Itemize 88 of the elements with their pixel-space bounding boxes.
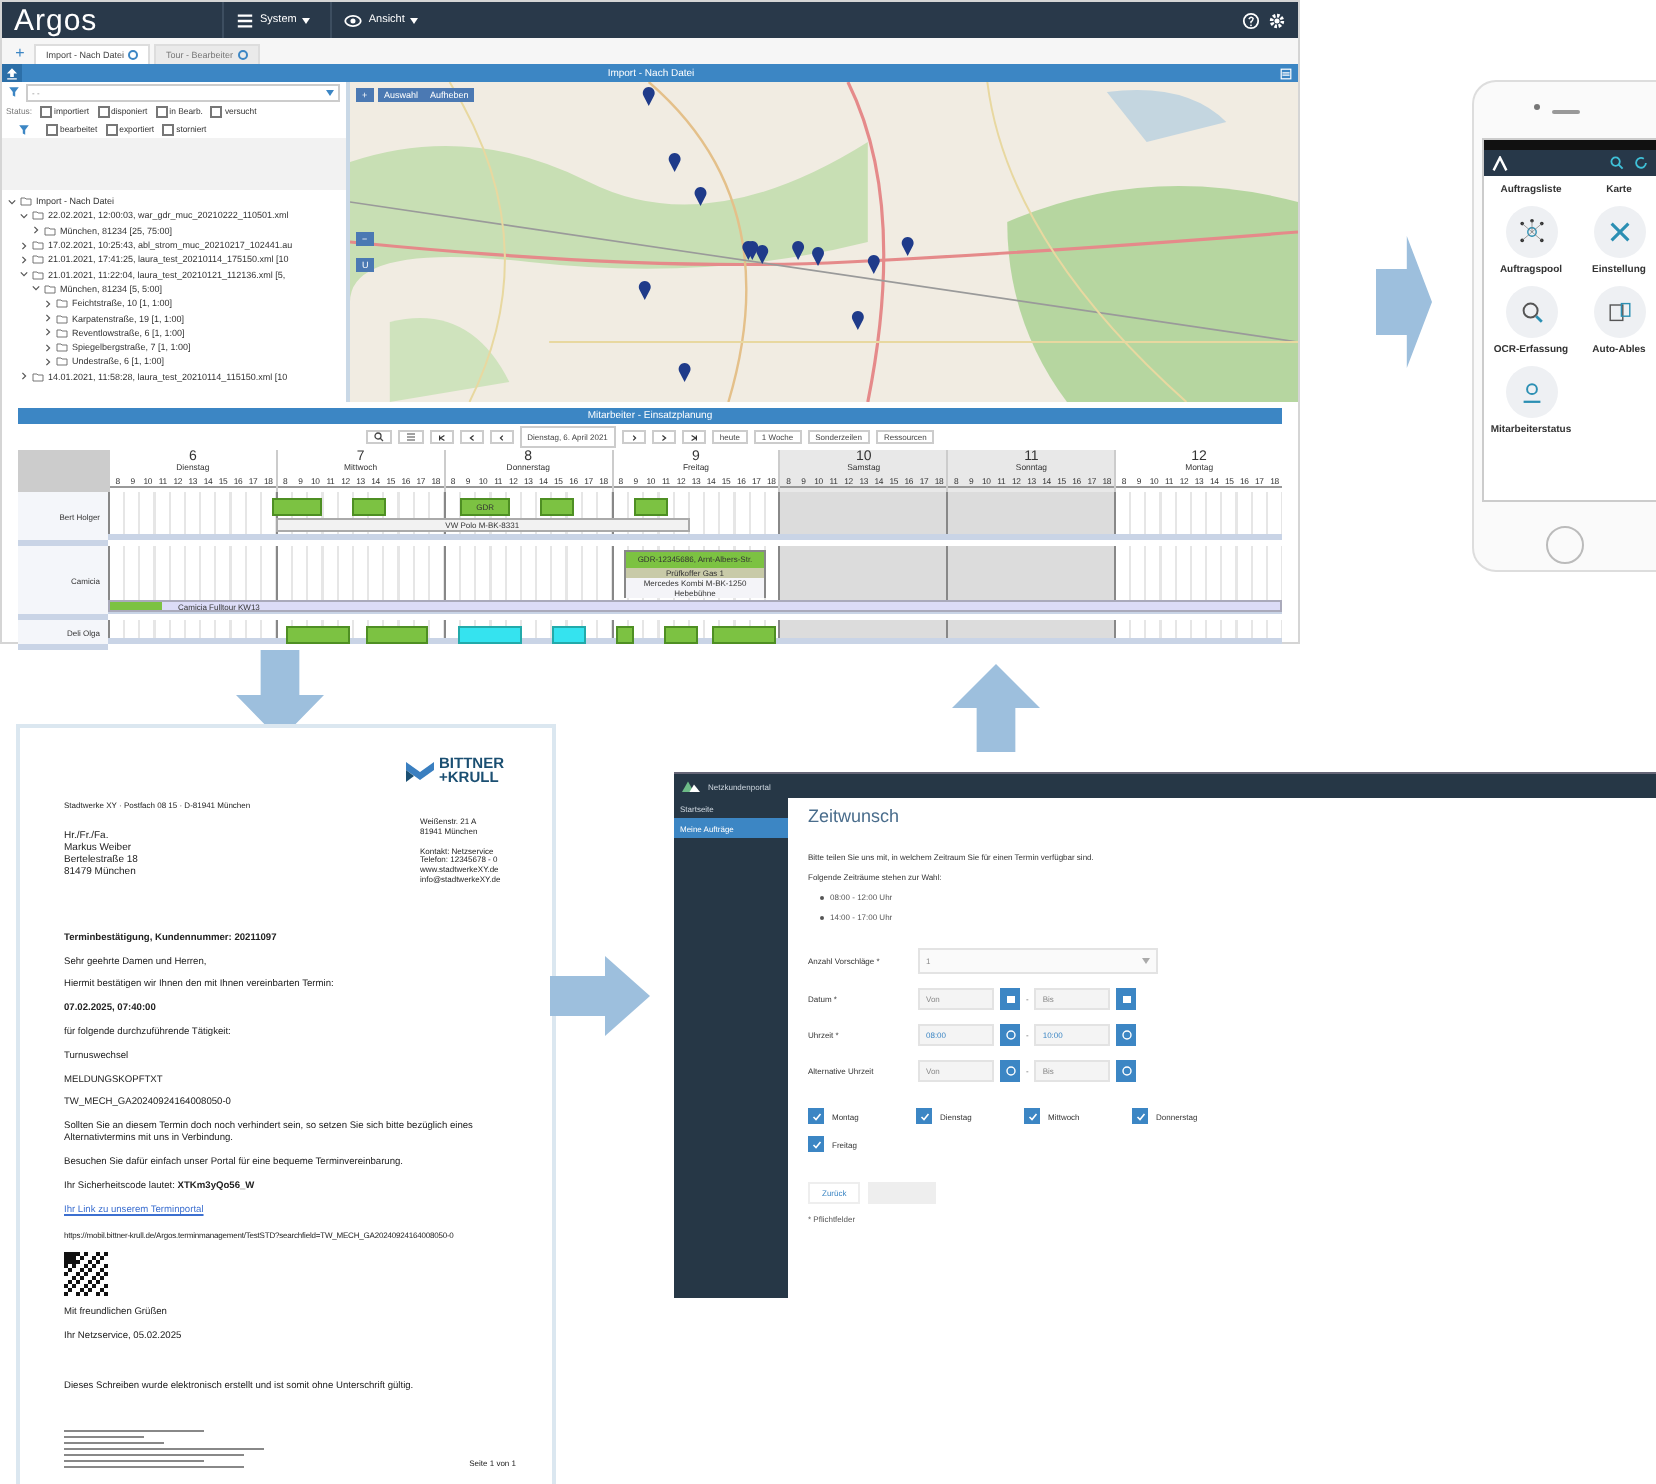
nav-button[interactable] (489, 430, 514, 444)
job-bar[interactable] (633, 498, 668, 516)
flow-arrow (550, 956, 650, 1036)
picker-button[interactable] (1000, 1060, 1020, 1082)
settings-icon[interactable] (1268, 11, 1286, 29)
chevron-icon[interactable] (44, 299, 52, 308)
company-logo-icon (405, 758, 433, 782)
tools-icon (1609, 222, 1629, 242)
app-logo: Argos (14, 3, 100, 37)
checkbox[interactable] (105, 123, 118, 135)
calendar-icon (1005, 994, 1015, 1004)
picker-button[interactable] (1116, 988, 1137, 1010)
app-logo-icon (1492, 155, 1508, 171)
clock-icon (1005, 1066, 1015, 1076)
checkbox[interactable] (97, 105, 109, 117)
checkbox[interactable] (155, 105, 168, 117)
checkbox[interactable] (916, 1108, 932, 1124)
picker-button[interactable] (1000, 988, 1020, 1010)
chevron-icon[interactable] (44, 328, 52, 337)
chevron-icon[interactable] (20, 372, 28, 381)
job-bar[interactable] (365, 626, 429, 644)
magnifier-icon (1521, 302, 1542, 323)
flow-arrow (952, 664, 1040, 752)
arrow-left-icon (467, 433, 476, 441)
worker-icon (1522, 383, 1540, 403)
checkbox[interactable] (1024, 1108, 1040, 1124)
map-drawing[interactable] (350, 82, 1298, 402)
flow-arrow (1376, 236, 1432, 368)
chevron-icon[interactable] (32, 226, 40, 235)
checkbox[interactable] (808, 1136, 824, 1152)
tile-icon-background[interactable] (1505, 366, 1557, 418)
caret-icon (1142, 958, 1150, 964)
chevron-icon[interactable] (44, 314, 52, 323)
checkbox[interactable] (1132, 1108, 1148, 1124)
menu-icon (236, 11, 254, 29)
arrow-right-icon (629, 433, 638, 441)
search-icon[interactable] (1610, 156, 1624, 170)
chevron-icon[interactable] (44, 343, 52, 352)
nav-button[interactable] (651, 430, 676, 444)
checkbox[interactable] (46, 123, 58, 135)
checkbox[interactable] (40, 105, 53, 117)
tile-icon-background[interactable] (1593, 286, 1645, 338)
job-bar[interactable] (351, 498, 386, 516)
tile-icon-background[interactable] (1505, 286, 1557, 338)
job-bar[interactable] (663, 626, 698, 644)
search-icon (373, 432, 384, 442)
caret-icon (302, 17, 311, 23)
checkbox[interactable] (808, 1108, 824, 1124)
nav-button[interactable] (459, 430, 484, 444)
portal-logo-icon (682, 780, 700, 792)
nav-button[interactable] (621, 430, 646, 444)
arrow-left-icon (497, 433, 506, 441)
tile-icon-background[interactable] (1505, 206, 1557, 258)
clock-icon (1121, 1030, 1132, 1040)
caret-icon (410, 17, 419, 23)
meter-icon (1608, 302, 1630, 322)
picker-button[interactable] (1116, 1060, 1137, 1082)
network-icon (1519, 219, 1543, 243)
menu-icon[interactable] (1280, 67, 1292, 79)
clock-icon (1005, 1030, 1015, 1040)
search-button[interactable] (365, 430, 392, 444)
refresh-icon[interactable] (1634, 156, 1648, 170)
chevron-icon[interactable] (20, 255, 28, 264)
job-bar[interactable] (539, 498, 574, 516)
caret-icon (326, 89, 334, 95)
arrow-right-icon (659, 433, 668, 441)
job-bar[interactable] (615, 626, 634, 644)
help-icon[interactable] (1242, 11, 1260, 29)
arrow-right-icon (689, 433, 698, 441)
tile-icon-background[interactable] (1593, 206, 1645, 258)
upload-icon[interactable] (6, 67, 18, 79)
picker-button[interactable] (1116, 1024, 1137, 1046)
eye-icon (344, 11, 363, 29)
checkbox[interactable] (210, 105, 223, 117)
menu-icon (405, 432, 416, 442)
picker-button[interactable] (1000, 1024, 1020, 1046)
qr-code (64, 1252, 108, 1297)
nav-button[interactable] (429, 430, 454, 444)
calendar-icon (1121, 994, 1132, 1004)
nav-button[interactable] (681, 430, 706, 444)
clock-icon (1121, 1066, 1132, 1076)
checkbox[interactable] (162, 123, 175, 135)
arrow-left-icon (437, 433, 446, 441)
chevron-icon[interactable] (20, 241, 28, 250)
filter-icon[interactable] (8, 86, 20, 98)
page-heading: Zeitwunsch (808, 806, 902, 826)
chevron-icon[interactable] (44, 357, 52, 366)
add-tab-button[interactable]: + (10, 42, 30, 64)
